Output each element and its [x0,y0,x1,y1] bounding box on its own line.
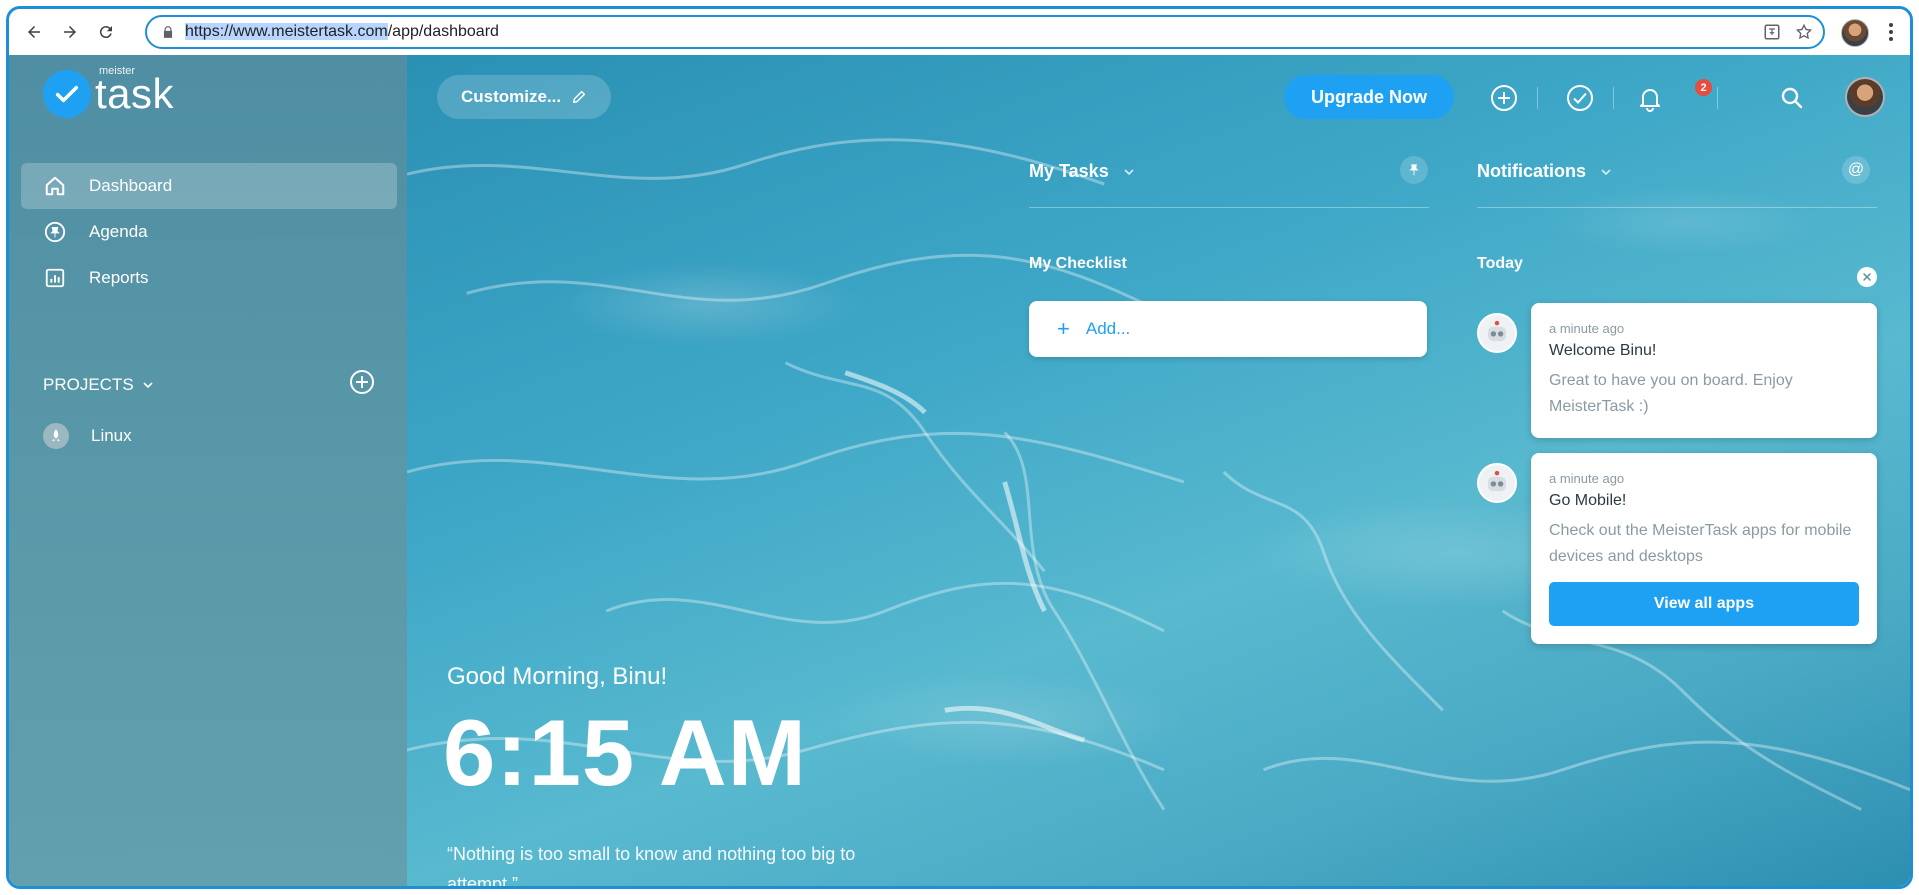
project-label: Linux [91,426,132,445]
arrow-right-icon [64,26,76,38]
dismiss-notifications-button[interactable] [1857,267,1877,287]
pin-widget-button[interactable] [1400,156,1428,184]
notifications-title[interactable]: Notifications [1477,161,1612,182]
reports-icon [43,266,67,290]
url-text: https://www.meistertask.com/app/dashboar… [185,23,499,41]
daily-quote: “Nothing is too small to know and nothin… [447,844,856,886]
toolbar-divider [1537,87,1538,109]
rocket-icon [43,423,69,449]
greeting-text: Good Morning, Binu! [447,663,668,690]
add-button[interactable] [1489,83,1519,113]
mentions-button[interactable]: @ [1842,156,1870,184]
project-item-linux[interactable]: Linux [43,423,132,449]
divider [1029,207,1429,208]
notifications-button[interactable] [1635,83,1665,113]
notification-body: Great to have you on board. Enjoy Meiste… [1549,372,1793,415]
bell-icon [1640,89,1660,112]
sidebar-item-label: Agenda [89,222,148,241]
at-icon: @ [1847,161,1865,178]
my-tasks-title[interactable]: My Tasks [1029,161,1135,182]
reload-button[interactable] [91,17,121,47]
meistertask-app: meister task Dashboard Agenda Reports PR… [9,55,1910,886]
pencil-icon [573,90,586,104]
notification-time: a minute ago [1549,321,1625,336]
pin-icon [43,220,67,244]
notification-count-badge: 2 [1695,79,1712,96]
sidebar-item-reports[interactable]: Reports [21,255,397,301]
divider [1477,207,1877,208]
upgrade-now-button[interactable]: Upgrade Now [1284,75,1454,119]
browser-menu-icon[interactable] [1885,21,1897,43]
home-icon [43,174,67,198]
notification-title: Go Mobile! [1549,492,1627,509]
translate-icon[interactable] [1763,23,1781,41]
reload-icon [99,26,112,39]
browser-profile-avatar[interactable] [1841,19,1869,47]
clock-time: 6:15 AM [443,700,807,805]
my-checklist-title: My Checklist [1029,255,1127,272]
meistertask-logo[interactable]: meister task [43,65,174,119]
address-bar-actions [1763,17,1813,47]
notification-card-welcome[interactable]: a minute ago Welcome Binu! Great to have… [1531,303,1877,438]
today-label: Today [1477,255,1523,272]
plus-circle-icon [1491,85,1517,111]
close-icon [1863,273,1871,281]
browser-toolbar: https://www.meistertask.com/app/dashboar… [9,9,1910,55]
url-host: https://www.meistertask.com [185,23,388,40]
logo-wordmark: meister task [95,65,174,119]
sidebar-item-label: Reports [89,268,149,287]
add-project-icon[interactable] [349,369,375,395]
search-icon [1781,87,1803,109]
my-tasks-label: My Tasks [1029,161,1109,181]
pin-icon [1409,164,1419,176]
chevron-down-icon [143,382,153,389]
toolbar-divider [1613,87,1614,109]
logo-check-icon [43,70,91,118]
robot-avatar-icon [1477,463,1517,503]
customize-label: Customize... [461,87,562,106]
toolbar-divider [1717,87,1718,109]
add-placeholder: Add... [1085,319,1131,338]
forward-button[interactable] [55,17,85,47]
user-avatar[interactable] [1845,77,1885,117]
customize-button[interactable]: Customize... [437,75,612,119]
search-button[interactable] [1777,83,1807,113]
sidebar-item-agenda[interactable]: Agenda [21,209,397,255]
sidebar-item-dashboard[interactable]: Dashboard [21,163,397,209]
back-button[interactable] [19,17,49,47]
chevron-down-icon [1124,168,1134,175]
notification-card-go-mobile[interactable]: a minute ago Go Mobile! Check out the Me… [1531,453,1877,644]
robot-avatar-icon [1477,313,1517,353]
projects-header[interactable]: PROJECTS [43,375,154,395]
browser-window: https://www.meistertask.com/app/dashboar… [6,6,1913,889]
notification-title: Welcome Binu! [1549,342,1657,359]
notifications-label: Notifications [1477,161,1587,181]
my-tasks-button[interactable] [1565,83,1595,113]
dashboard-main: Customize... Upgrade Now 2 My Tasks My C… [407,55,1910,886]
notification-time: a minute ago [1549,471,1625,486]
url-path: /app/dashboard [387,23,499,40]
logo-small-text: meister [99,65,136,77]
notification-body: Check out the MeisterTask apps for mobil… [1549,522,1852,565]
lock-icon [163,26,173,38]
check-circle-icon [1567,85,1593,111]
plus-icon: + [1057,316,1070,341]
address-bar[interactable]: https://www.meistertask.com/app/dashboar… [145,15,1825,49]
arrow-left-icon [28,26,40,38]
projects-label: PROJECTS [43,375,134,394]
add-checklist-item[interactable]: + Add... [1029,301,1427,357]
chevron-down-icon [1601,168,1611,175]
star-icon[interactable] [1795,23,1813,41]
sidebar: meister task Dashboard Agenda Reports PR… [9,55,407,886]
sidebar-item-label: Dashboard [89,176,173,195]
view-all-apps-button[interactable]: View all apps [1549,582,1859,626]
